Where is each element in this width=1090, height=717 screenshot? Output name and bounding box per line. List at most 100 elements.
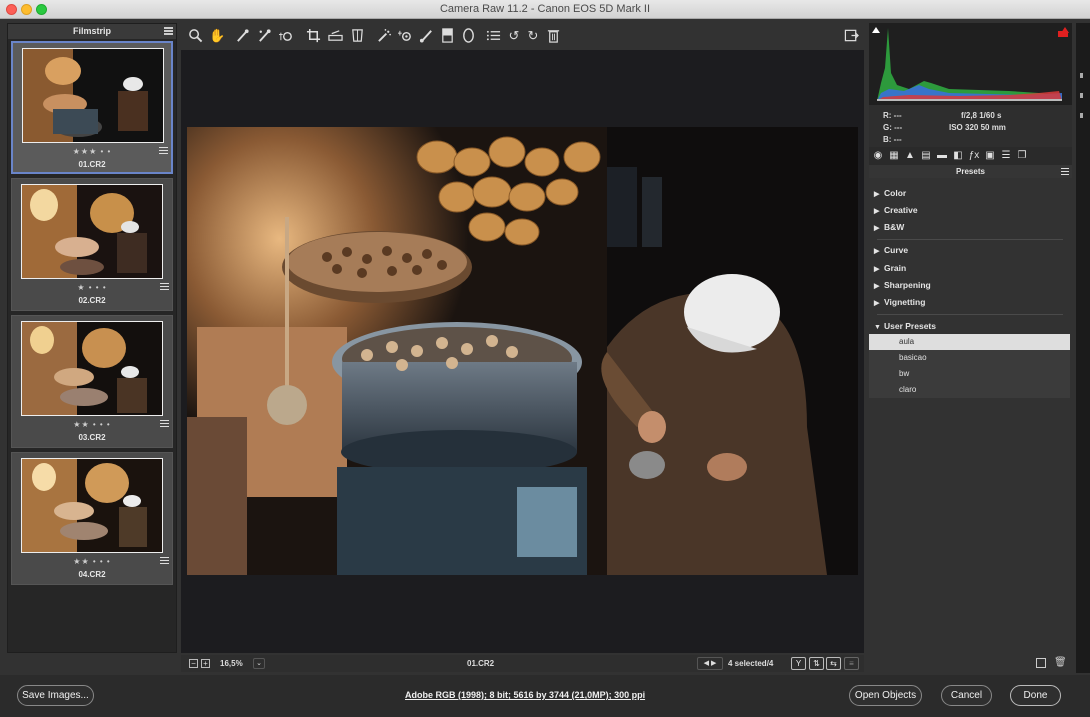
current-filename: 01.CR2 <box>467 659 495 668</box>
title-bar: Camera Raw 11.2 - Canon EOS 5D Mark II <box>0 0 1090 19</box>
preset-item-aula[interactable]: aula <box>869 334 1070 350</box>
preset-item-basicao[interactable]: basicao <box>869 350 1070 366</box>
right-edge-strip <box>1076 23 1090 673</box>
open-objects-button[interactable]: Open Objects <box>849 685 922 706</box>
filmstrip-header: Filmstrip <box>8 24 176 39</box>
swap-settings-button[interactable]: ⇅ <box>809 657 824 670</box>
radial-filter-icon[interactable] <box>460 28 476 44</box>
thumbnail-rating[interactable]: ★★ • • • <box>12 557 172 566</box>
thumbnail-image <box>22 48 164 143</box>
image-navigation-arrows[interactable]: ◀ ▶ <box>697 657 723 670</box>
canvas-status-bar: − + 16,5% ⌄ 01.CR2 ◀ ▶ 4 selected/4 Y ⇅ … <box>181 655 864 672</box>
thumbnail-filename: 01.CR2 <box>78 160 106 169</box>
preset-group-user-presets[interactable]: ▼ User Presets <box>874 321 936 331</box>
divider <box>877 314 1063 315</box>
save-images-button[interactable]: Save Images... <box>17 685 94 706</box>
preset-item-bw[interactable]: bw <box>869 366 1070 382</box>
disclosure-right-icon: ▶ <box>874 283 880 290</box>
preset-group-curve[interactable]: ▶ Curve <box>874 245 908 255</box>
new-preset-icon[interactable] <box>1036 658 1046 668</box>
preset-item-claro[interactable]: claro <box>869 382 1070 398</box>
strip-marker <box>1080 73 1083 78</box>
thumbnail-rating[interactable]: ★★★ • • <box>13 147 171 156</box>
zoom-out-button[interactable]: − <box>189 659 198 668</box>
disclosure-right-icon: ▶ <box>874 300 880 307</box>
effects-panel-icon[interactable]: ƒx <box>968 150 980 162</box>
preset-group-vignetting[interactable]: ▶ Vignetting <box>874 297 925 307</box>
color-sampler-tool-icon[interactable] <box>256 28 272 44</box>
adjustment-brush-icon[interactable] <box>418 28 434 44</box>
transform-tool-icon[interactable] <box>349 28 365 44</box>
preset-group-bw[interactable]: ▶ B&W <box>874 222 904 232</box>
histogram-panel <box>869 23 1072 105</box>
presets-header: Presets <box>869 165 1072 178</box>
preview-canvas[interactable] <box>181 50 864 653</box>
basic-panel-icon[interactable]: ◉ <box>872 150 884 162</box>
thumbnail-rating[interactable]: ★ • • • <box>12 283 172 292</box>
thumbnail-rating[interactable]: ★★ • • • <box>12 420 172 429</box>
targeted-adjustment-tool-icon[interactable] <box>278 28 294 44</box>
snapshots-panel-icon[interactable]: ❐ <box>1016 150 1028 162</box>
spot-removal-tool-icon[interactable] <box>376 28 392 44</box>
presets-panel-icon[interactable]: ☰ <box>1000 150 1012 162</box>
disclosure-right-icon: ▶ <box>874 248 880 255</box>
thumbnail-image <box>21 321 163 416</box>
detail-panel-icon[interactable]: ▲ <box>904 150 916 162</box>
tone-curve-panel-icon[interactable]: ▦ <box>888 150 900 162</box>
rotate-cw-icon[interactable]: ↻ <box>525 28 541 44</box>
cancel-button[interactable]: Cancel <box>941 685 992 706</box>
thumbnail-image <box>21 458 163 553</box>
aperture-shutter: f/2,8 1/60 s <box>961 111 1002 120</box>
filmstrip-item[interactable]: ★★ • • • 04.CR2 <box>11 452 173 585</box>
adjustments-badge-icon <box>159 147 168 154</box>
toggle-fullscreen-icon[interactable] <box>843 28 859 44</box>
delete-preset-icon[interactable]: 🗑 <box>1054 657 1067 668</box>
lens-corrections-panel-icon[interactable]: ◧ <box>952 150 964 162</box>
hsl-panel-icon[interactable]: ▤ <box>920 150 932 162</box>
preset-group-grain[interactable]: ▶ Grain <box>874 263 906 273</box>
preset-group-creative[interactable]: ▶ Creative <box>874 205 918 215</box>
filmstrip-item[interactable]: ★★ • • • 03.CR2 <box>11 315 173 448</box>
workflow-options-link[interactable]: Adobe RGB (1998); 8 bit; 5616 by 3744 (2… <box>405 690 645 700</box>
filmstrip-panel: Filmstrip ★★★ • • 01.CR2 ★ • • • 02.CR2 … <box>7 23 177 653</box>
trash-icon[interactable] <box>545 28 561 44</box>
split-toning-panel-icon[interactable]: ▬ <box>936 150 948 162</box>
filmstrip-menu-icon[interactable] <box>164 27 173 35</box>
dialog-button-bar: Save Images... Adobe RGB (1998); 8 bit; … <box>0 675 1090 717</box>
red-eye-tool-icon[interactable] <box>397 28 413 44</box>
disclosure-right-icon: ▶ <box>874 208 880 215</box>
white-balance-tool-icon[interactable] <box>234 28 250 44</box>
before-after-y-button[interactable]: Y <box>791 657 806 670</box>
zoom-in-button[interactable]: + <box>201 659 210 668</box>
zoom-dropdown[interactable]: ⌄ <box>253 658 265 669</box>
zoom-tool-icon[interactable] <box>187 28 203 44</box>
zoom-level: 16,5% <box>220 659 243 668</box>
panel-tabs: ◉ ▦ ▲ ▤ ▬ ◧ ƒx ▣ ☰ ❐ <box>869 147 1072 165</box>
disclosure-down-icon: ▼ <box>874 324 881 331</box>
adjustments-badge-icon <box>160 283 169 290</box>
window-title: Camera Raw 11.2 - Canon EOS 5D Mark II <box>439 3 651 15</box>
strip-marker <box>1080 113 1083 118</box>
copy-settings-button[interactable]: ⇆ <box>826 657 841 670</box>
crop-tool-icon[interactable] <box>305 28 321 44</box>
filmstrip-item[interactable]: ★★★ • • 01.CR2 <box>11 41 173 174</box>
rotate-ccw-icon[interactable]: ↺ <box>506 28 522 44</box>
preferences-icon[interactable] <box>485 28 501 44</box>
presets-title: Presets <box>956 167 985 176</box>
iso-focal-length: ISO 320 50 mm <box>949 123 1006 132</box>
strip-marker <box>1080 93 1083 98</box>
preset-group-color[interactable]: ▶ Color <box>874 188 906 198</box>
thumbnail-filename: 03.CR2 <box>78 433 106 442</box>
graduated-filter-icon[interactable] <box>439 28 455 44</box>
toggle-settings-button[interactable]: ≡ <box>844 657 859 670</box>
done-button[interactable]: Done <box>1010 685 1061 706</box>
presets-panel: ▶ Color ▶ Creative ▶ B&W ▶ Curve ▶ Grain ▶ Sha… <box>869 178 1072 653</box>
red-readout: R: --- <box>883 111 902 120</box>
calibration-panel-icon[interactable]: ▣ <box>984 150 996 162</box>
straighten-tool-icon[interactable] <box>327 28 343 44</box>
hand-tool-icon[interactable]: ✋ <box>209 28 225 44</box>
filmstrip-item[interactable]: ★ • • • 02.CR2 <box>11 178 173 311</box>
preset-group-sharpening[interactable]: ▶ Sharpening <box>874 280 931 290</box>
presets-menu-icon[interactable] <box>1061 168 1069 175</box>
thumbnail-filename: 04.CR2 <box>78 570 106 579</box>
